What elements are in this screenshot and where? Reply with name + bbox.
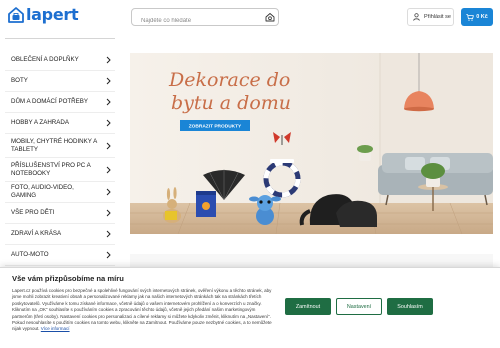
- sidebar-item-hobby[interactable]: HOBBY A ZAHRADA: [5, 113, 115, 134]
- cart-icon: [466, 13, 474, 21]
- more-info-link[interactable]: Více informací: [41, 326, 70, 331]
- chevron-right-icon: [106, 77, 111, 85]
- sidebar-item-label: AUTO-MOTO: [11, 251, 49, 258]
- search-input[interactable]: [132, 13, 260, 29]
- search-button[interactable]: [263, 10, 277, 24]
- logo-house-icon: [8, 6, 24, 23]
- sidebar-item-label: OBLEČENÍ A DOPLŇKY: [11, 56, 79, 63]
- banner-headline-line2: bytu a domu: [171, 92, 291, 114]
- chevron-right-icon: [106, 56, 111, 64]
- sidebar-item-label: DŮM A DOMÁCÍ POTŘEBY: [11, 98, 89, 105]
- sidebar-item-home[interactable]: DŮM A DOMÁCÍ POTŘEBY: [5, 92, 115, 113]
- hero-banner[interactable]: Dekorace do bytu a domu ZOBRAZIT PRODUKT…: [130, 53, 493, 234]
- cookie-text: Lapert.cz používá cookies pro bezpečné a…: [12, 288, 274, 333]
- sidebar-item-shoes[interactable]: BOTY: [5, 71, 115, 92]
- login-label: Přihlásit se: [424, 14, 451, 20]
- cookie-body: Lapert.cz používá cookies pro bezpečné a…: [12, 288, 272, 332]
- sidebar-item-label: ZDRAVÍ A KRÁSA: [11, 230, 62, 237]
- sidebar-item-label: HOBBY A ZAHRADA: [11, 119, 69, 126]
- chevron-right-icon: [106, 251, 111, 259]
- show-products-button[interactable]: ZOBRAZIT PRODUKTY: [180, 120, 250, 131]
- chevron-right-icon: [106, 188, 111, 196]
- sidebar-item-label: BOTY: [11, 77, 28, 84]
- search-box: [131, 8, 279, 29]
- chevron-right-icon: [106, 119, 111, 127]
- sidebar-item-label: PŘÍSLUŠENSTVÍ PRO PC A NOTEBOOKY: [11, 161, 91, 177]
- logo-text: lapert: [26, 5, 79, 24]
- sidebar-item-mobiles[interactable]: MOBILY, CHYTRÉ HODINKY A TABLETY: [5, 134, 115, 158]
- chevron-right-icon: [106, 142, 111, 149]
- chevron-right-icon: [106, 230, 111, 238]
- login-button[interactable]: Přihlásit se: [407, 8, 454, 26]
- banner-scene: Dekorace do bytu a domu ZOBRAZIT PRODUKT…: [130, 53, 493, 234]
- cart-button[interactable]: 0 Kč: [461, 8, 493, 26]
- chevron-right-icon: [106, 209, 111, 217]
- banner-headline-line1: Dekorace do: [168, 69, 290, 91]
- search-icon: [265, 13, 275, 22]
- show-products-label: ZOBRAZIT PRODUKTY: [189, 123, 242, 129]
- category-sidebar: OBLEČENÍ A DOPLŇKY BOTY DŮM A DOMÁCÍ POT…: [5, 38, 115, 266]
- sidebar-item-auto-moto[interactable]: AUTO-MOTO: [5, 245, 115, 266]
- reject-button[interactable]: Zamítnout: [285, 298, 331, 315]
- header: lapert Přihlásit se 0 Kč: [0, 0, 500, 36]
- chevron-right-icon: [106, 98, 111, 106]
- settings-button[interactable]: Nastavení: [336, 298, 382, 315]
- sidebar-item-kids[interactable]: VŠE PRO DĚTI: [5, 203, 115, 224]
- logo[interactable]: lapert: [7, 5, 79, 24]
- cookie-title: Vše vám přizpůsobíme na míru: [12, 274, 124, 283]
- sidebar-item-label: VŠE PRO DĚTI: [11, 209, 55, 216]
- sidebar-item-label: MOBILY, CHYTRÉ HODINKY A TABLETY: [11, 137, 97, 153]
- sidebar-item-clothing[interactable]: OBLEČENÍ A DOPLŇKY: [5, 50, 115, 71]
- cart-total: 0 Kč: [476, 14, 488, 20]
- user-icon: [413, 13, 420, 21]
- sidebar-item-health[interactable]: ZDRAVÍ A KRÁSA: [5, 224, 115, 245]
- sidebar-item-pc-accessories[interactable]: PŘÍSLUŠENSTVÍ PRO PC A NOTEBOOKY: [5, 158, 115, 182]
- cookie-consent-bar: Vše vám přizpůsobíme na míru Lapert.cz p…: [0, 267, 500, 348]
- sidebar-item-audio-video[interactable]: FOTO, AUDIO-VIDEO, GAMING: [5, 182, 115, 203]
- sidebar-item-label: FOTO, AUDIO-VIDEO, GAMING: [11, 184, 74, 199]
- accept-button[interactable]: Souhlasím: [387, 298, 433, 315]
- chevron-right-icon: [106, 166, 111, 173]
